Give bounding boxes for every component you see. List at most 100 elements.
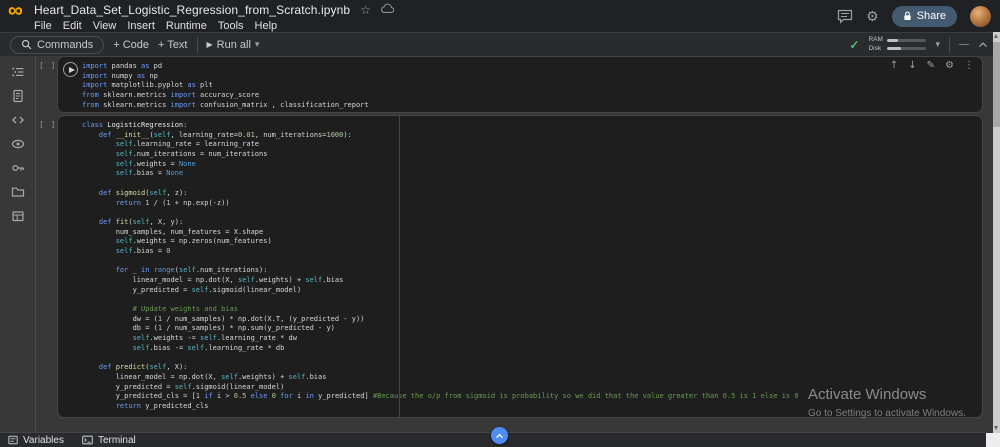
more-vert-icon[interactable]: ⋮ xyxy=(964,60,974,71)
code-line[interactable] xyxy=(82,295,982,305)
cell-settings-icon[interactable]: ⚙ xyxy=(945,60,954,71)
collapse-header-icon[interactable] xyxy=(978,41,988,48)
commands-button[interactable]: Commands xyxy=(10,35,105,54)
code-line[interactable]: def fit(self, X, y): xyxy=(82,218,982,228)
notebook-filename[interactable]: Heart_Data_Set_Logistic_Regression_from_… xyxy=(34,3,350,17)
code-line[interactable]: db = (1 / num_samples) * np.sum(y_predic… xyxy=(82,324,982,334)
code-line[interactable]: import matplotlib.pyplot as plt xyxy=(82,81,982,91)
connected-check-icon: ✓ xyxy=(849,37,860,52)
notebook-area: [ ] import pandas as pd import numpy as n… xyxy=(36,56,993,432)
share-button[interactable]: Share xyxy=(891,5,957,27)
code-editor[interactable]: import pandas as pd import numpy as np imp… xyxy=(58,57,982,110)
play-icon: ▶ xyxy=(206,40,213,49)
run-all-label: Run all xyxy=(216,38,251,51)
move-cell-down-icon[interactable]: ↓ xyxy=(908,60,916,71)
table-of-contents-icon[interactable] xyxy=(4,60,32,84)
menu-item[interactable]: Edit xyxy=(63,20,82,32)
colab-logo[interactable]: ∞ xyxy=(8,0,34,21)
code-line[interactable]: import numpy as np xyxy=(82,72,982,82)
code-line[interactable]: def sigmoid(self, z): xyxy=(82,189,982,199)
code-line[interactable]: # Update weights and bias xyxy=(82,305,982,315)
edit-cell-icon[interactable]: ✎ xyxy=(927,60,935,71)
code-line[interactable]: import pandas as pd xyxy=(82,62,982,72)
code-line[interactable]: y_predicted = self.sigmoid(linear_model) xyxy=(82,286,982,296)
find-replace-icon[interactable] xyxy=(4,84,32,108)
execution-count[interactable]: [ ] xyxy=(39,56,57,113)
code-line[interactable] xyxy=(82,208,982,218)
data-table-icon[interactable] xyxy=(4,204,32,228)
code-line[interactable]: self.bias -= self.learning_rate * db xyxy=(82,344,982,354)
star-icon[interactable]: ☆ xyxy=(360,4,371,16)
code-editor[interactable]: class LogisticRegression: def __init__(s… xyxy=(58,116,982,412)
disk-row: Disk xyxy=(868,45,927,53)
code-line[interactable]: self.weights -= self.learning_rate * dw xyxy=(82,334,982,344)
footer-toggle-button[interactable] xyxy=(491,427,508,444)
scrollbar-thumb[interactable] xyxy=(993,42,1000,127)
run-all-button[interactable]: ▶ Run all ▾ xyxy=(207,39,260,51)
files-folder-icon[interactable] xyxy=(4,180,32,204)
code-line[interactable]: self.bias = 0 xyxy=(82,247,982,257)
code-line[interactable]: self.learning_rate = learning_rate xyxy=(82,140,982,150)
menu-item[interactable]: Help xyxy=(255,20,278,32)
menu-item[interactable]: Insert xyxy=(127,20,155,32)
scroll-corner xyxy=(986,433,1000,447)
code-line[interactable]: def __init__(self, learning_rate=0.01, n… xyxy=(82,131,982,141)
chevron-up-icon xyxy=(495,433,504,439)
code-line[interactable]: linear_model = np.dot(X, self.weights) +… xyxy=(82,276,982,286)
menu-item[interactable]: View xyxy=(93,20,117,32)
code-line[interactable]: y_predicted_cls = [1 if i > 0.5 else 0 f… xyxy=(82,392,982,402)
eye-icon[interactable] xyxy=(4,132,32,156)
code-line[interactable]: from sklearn.metrics import accuracy_sco… xyxy=(82,91,982,101)
avatar[interactable] xyxy=(970,5,991,27)
resources-caret-icon[interactable]: ▾ xyxy=(935,39,940,50)
terminal-icon xyxy=(82,435,93,445)
code-line[interactable]: self.num_iterations = num_iterations xyxy=(82,150,982,160)
secrets-key-icon[interactable] xyxy=(4,156,32,180)
disk-meter xyxy=(887,47,927,51)
code-line[interactable] xyxy=(82,179,982,189)
code-line[interactable]: dw = (1 / num_samples) * np.dot(X.T, (y_… xyxy=(82,315,982,325)
scroll-down-arrow[interactable] xyxy=(994,426,998,430)
search-icon xyxy=(21,39,32,50)
code-line[interactable] xyxy=(82,257,982,267)
variables-icon xyxy=(8,435,18,445)
terminal-button[interactable]: Terminal xyxy=(82,435,136,446)
code-line[interactable]: linear_model = np.dot(X, self.weights) +… xyxy=(82,373,982,383)
code-snippets-icon[interactable] xyxy=(4,108,32,132)
resources-indicator[interactable]: RAM Disk xyxy=(868,36,927,53)
code-line[interactable]: class LogisticRegression: xyxy=(82,121,982,131)
execution-count[interactable]: [ ] xyxy=(39,115,57,418)
add-code-button[interactable]: + Code xyxy=(113,39,149,51)
code-line[interactable]: from sklearn.metrics import confusion_ma… xyxy=(82,101,982,111)
menu-item[interactable]: Runtime xyxy=(166,20,207,32)
code-cell-1: [ ] import pandas as pd import numpy as n… xyxy=(39,56,983,113)
code-line[interactable]: def predict(self, X): xyxy=(82,363,982,373)
run-cell-button[interactable] xyxy=(63,62,78,77)
scrollbar-track[interactable] xyxy=(993,32,1000,447)
code-line[interactable]: num_samples, num_features = X.shape xyxy=(82,228,982,238)
caret-down-icon: ▾ xyxy=(254,39,260,49)
code-line[interactable] xyxy=(82,354,982,364)
code-line[interactable]: self.weights = np.zeros(num_features) xyxy=(82,237,982,247)
play-icon xyxy=(68,66,75,73)
cell-box: import pandas as pd import numpy as np imp… xyxy=(57,56,983,113)
menu-item[interactable]: Tools xyxy=(218,20,244,32)
code-line[interactable]: for _ in range(self.num_iterations): xyxy=(82,266,982,276)
code-line[interactable]: y_predicted = self.sigmoid(linear_model) xyxy=(82,383,982,393)
settings-gear-icon[interactable]: ⚙ xyxy=(866,9,879,23)
terminal-label: Terminal xyxy=(97,434,136,446)
variables-button[interactable]: Variables xyxy=(8,435,64,446)
add-text-button[interactable]: + Text xyxy=(158,39,187,51)
minimize-icon[interactable]: — xyxy=(959,39,969,50)
code-line[interactable]: return y_predicted_cls xyxy=(82,402,982,412)
scroll-up-arrow[interactable] xyxy=(994,34,998,38)
menu-item[interactable]: File xyxy=(34,20,52,32)
cloud-save-icon[interactable] xyxy=(380,1,395,19)
code-line[interactable]: return 1 / (1 + np.exp(-z)) xyxy=(82,199,982,209)
comment-icon[interactable] xyxy=(837,9,853,24)
code-line[interactable]: self.bias = None xyxy=(82,169,982,179)
ram-row: RAM xyxy=(868,36,927,44)
cell-box: class LogisticRegression: def __init__(s… xyxy=(57,115,983,418)
code-line[interactable]: self.weights = None xyxy=(82,160,982,170)
move-cell-up-icon[interactable]: ↑ xyxy=(890,60,898,71)
